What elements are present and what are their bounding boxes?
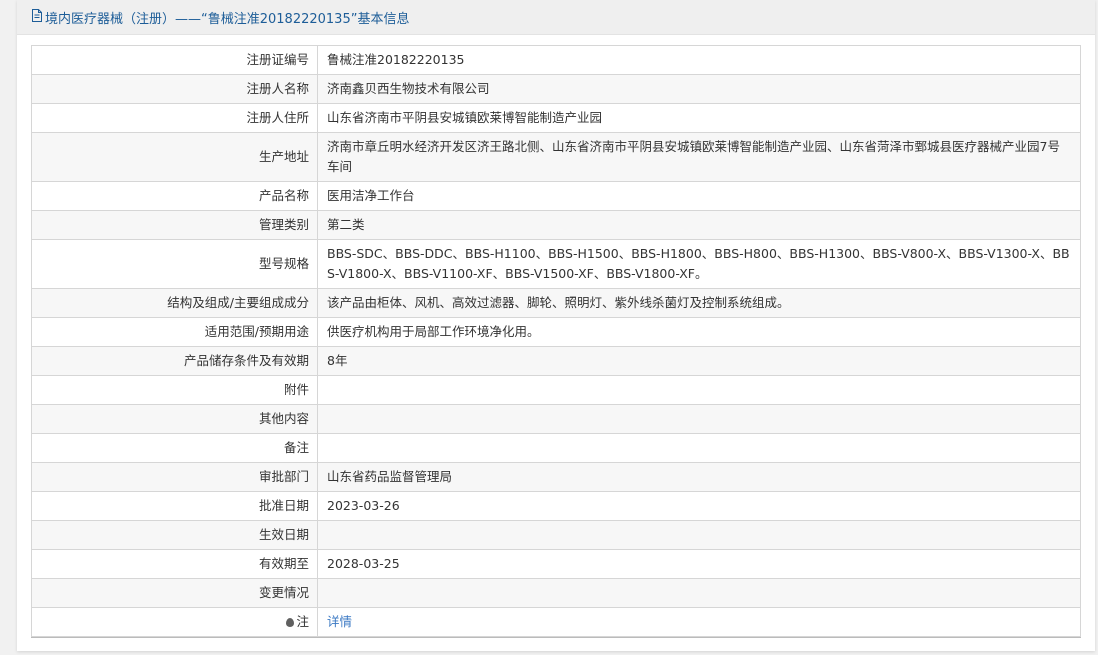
table-row: 生效日期 (31, 520, 1081, 550)
note-row: 注 详情 (31, 607, 1081, 637)
row-value: 2028-03-25 (317, 549, 1081, 579)
table-row: 变更情况 (31, 578, 1081, 608)
note-label-cell: 注 (31, 607, 318, 637)
table-row: 批准日期 2023-03-26 (31, 491, 1081, 521)
table-row: 结构及组成/主要组成成分 该产品由柜体、风机、高效过滤器、脚轮、照明灯、紫外线杀… (31, 288, 1081, 318)
row-value: 该产品由柜体、风机、高效过滤器、脚轮、照明灯、紫外线杀菌灯及控制系统组成。 (317, 288, 1081, 318)
row-value: 供医疗机构用于局部工作环境净化用。 (317, 317, 1081, 347)
row-label: 结构及组成/主要组成成分 (31, 288, 318, 318)
row-label: 产品名称 (31, 181, 318, 211)
row-value: 2023-03-26 (317, 491, 1081, 521)
row-value (317, 578, 1081, 608)
row-value (317, 433, 1081, 463)
table-row: 型号规格 BBS-SDC、BBS-DDC、BBS-H1100、BBS-H1500… (31, 239, 1081, 289)
row-label: 产品储存条件及有效期 (31, 346, 318, 376)
table-row: 适用范围/预期用途 供医疗机构用于局部工作环境净化用。 (31, 317, 1081, 347)
row-label: 注册人名称 (31, 74, 318, 104)
row-value: 济南市章丘明水经济开发区济王路北侧、山东省济南市平阴县安城镇欧莱博智能制造产业园… (317, 132, 1081, 182)
row-label: 注册人住所 (31, 103, 318, 133)
table-row: 产品名称 医用洁净工作台 (31, 181, 1081, 211)
row-label: 其他内容 (31, 404, 318, 434)
row-label: 生效日期 (31, 520, 318, 550)
table-row: 备注 (31, 433, 1081, 463)
table-row: 注册证编号 鲁械注准20182220135 (31, 45, 1081, 75)
row-label: 型号规格 (31, 239, 318, 289)
row-value: 山东省济南市平阴县安城镇欧莱博智能制造产业园 (317, 103, 1081, 133)
row-label: 管理类别 (31, 210, 318, 240)
table-row: 注册人名称 济南鑫贝西生物技术有限公司 (31, 74, 1081, 104)
row-value: 第二类 (317, 210, 1081, 240)
row-label: 附件 (31, 375, 318, 405)
note-label: 注 (296, 614, 309, 629)
row-value: 济南鑫贝西生物技术有限公司 (317, 74, 1081, 104)
row-value (317, 404, 1081, 434)
details-link[interactable]: 详情 (327, 614, 352, 629)
row-value: 山东省药品监督管理局 (317, 462, 1081, 492)
table-row: 管理类别 第二类 (31, 210, 1081, 240)
table-row: 生产地址 济南市章丘明水经济开发区济王路北侧、山东省济南市平阴县安城镇欧莱博智能… (31, 132, 1081, 182)
row-value: BBS-SDC、BBS-DDC、BBS-H1100、BBS-H1500、BBS-… (317, 239, 1081, 289)
row-value: 8年 (317, 346, 1081, 376)
registration-info-table: 注册证编号 鲁械注准20182220135 注册人名称 济南鑫贝西生物技术有限公… (31, 45, 1081, 637)
row-label: 适用范围/预期用途 (31, 317, 318, 347)
note-icon (286, 618, 295, 627)
row-label: 变更情况 (31, 578, 318, 608)
row-value (317, 375, 1081, 405)
document-icon (31, 8, 43, 26)
table-row: 附件 (31, 375, 1081, 405)
row-label: 备注 (31, 433, 318, 463)
detail-panel: 境内医疗器械（注册）——“鲁械注准20182220135”基本信息 注册证编号 … (17, 0, 1095, 651)
row-label: 注册证编号 (31, 45, 318, 75)
table-row: 其他内容 (31, 404, 1081, 434)
table-bottom-border (31, 637, 1081, 638)
row-value (317, 520, 1081, 550)
row-label: 有效期至 (31, 549, 318, 579)
note-value-cell: 详情 (317, 607, 1081, 637)
row-value: 医用洁净工作台 (317, 181, 1081, 211)
panel-header: 境内医疗器械（注册）——“鲁械注准20182220135”基本信息 (17, 0, 1095, 35)
table-row: 产品储存条件及有效期 8年 (31, 346, 1081, 376)
row-label: 生产地址 (31, 132, 318, 182)
table-row: 有效期至 2028-03-25 (31, 549, 1081, 579)
table-row: 注册人住所 山东省济南市平阴县安城镇欧莱博智能制造产业园 (31, 103, 1081, 133)
row-label: 审批部门 (31, 462, 318, 492)
table-row: 审批部门 山东省药品监督管理局 (31, 462, 1081, 492)
row-value: 鲁械注准20182220135 (317, 45, 1081, 75)
page-title: 境内医疗器械（注册）——“鲁械注准20182220135”基本信息 (45, 11, 410, 27)
row-label: 批准日期 (31, 491, 318, 521)
